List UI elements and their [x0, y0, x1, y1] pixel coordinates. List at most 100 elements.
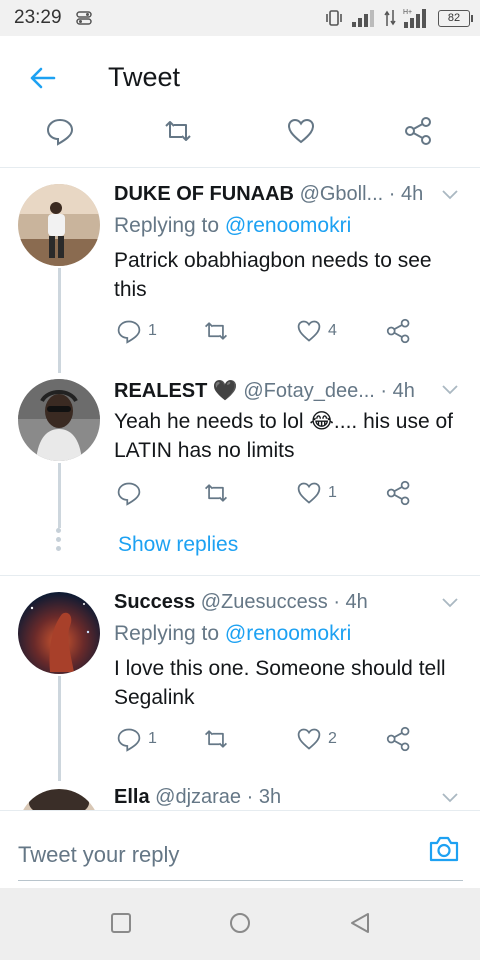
reply-count: 1 [148, 730, 157, 747]
vibrate-icon [326, 10, 342, 26]
like-icon [297, 482, 321, 504]
header: Tweet [0, 36, 480, 120]
thread-line [58, 268, 61, 373]
reply-tweet[interactable]: REALEST 🖤 @Fotay_dee... · 4h Yeah he nee… [0, 373, 480, 575]
share-action[interactable] [386, 726, 412, 752]
show-replies-link[interactable]: Show replies [118, 533, 238, 557]
more-replies-dots [56, 528, 62, 555]
main-tweet-actions [0, 112, 480, 168]
tweet-text: Patrick obabhiagbon needs to see this [114, 249, 432, 301]
chevron-down-icon[interactable] [442, 793, 458, 803]
tweet-actions: 1 2 [114, 726, 434, 756]
tweet-actions: 1 4 [114, 318, 434, 348]
tweet-time: · 4h [380, 380, 415, 402]
user-handle[interactable]: @djzarae [155, 786, 241, 808]
tweet-header: DUKE OF FUNAAB @Gboll... · 4h [114, 183, 423, 206]
retweet-action[interactable] [203, 480, 229, 506]
like-action[interactable]: 4 [296, 318, 337, 344]
mention-link[interactable]: @renoomokri [225, 214, 351, 237]
share-icon[interactable] [404, 116, 434, 146]
reply-icon [117, 320, 141, 344]
replying-to-label: Replying to [114, 214, 220, 237]
like-count: 4 [328, 322, 337, 339]
tweet-time: · 4h [388, 183, 424, 205]
avatar[interactable] [18, 789, 100, 810]
share-action[interactable] [386, 480, 412, 506]
avatar[interactable] [18, 184, 100, 266]
retweet-icon [204, 322, 228, 340]
page-title: Tweet [108, 62, 181, 92]
tweet-time: · 3h [246, 786, 282, 808]
user-handle[interactable]: @Gboll... [300, 183, 384, 205]
share-icon [386, 480, 410, 506]
chevron-down-icon[interactable] [442, 190, 458, 200]
reply-count: 1 [148, 322, 157, 339]
back-arrow-icon[interactable] [28, 64, 56, 92]
reply-action[interactable] [116, 480, 148, 506]
camera-icon[interactable] [428, 833, 460, 865]
like-action[interactable]: 1 [296, 480, 337, 506]
chevron-down-icon[interactable] [442, 598, 458, 608]
tweet-header: REALEST 🖤 @Fotay_dee... · 4h [114, 378, 415, 403]
status-icons: H+ 82 [324, 6, 473, 30]
like-icon [297, 320, 321, 342]
data-transfer-icon [384, 10, 396, 26]
toggle-icon [76, 11, 92, 25]
like-icon[interactable] [286, 116, 316, 146]
display-name[interactable]: Success [114, 591, 195, 613]
system-nav-bar [0, 888, 480, 960]
replying-to: Replying to @renoomokri [114, 622, 351, 646]
thread-line [58, 463, 61, 528]
tweet-header: Ella @djzarae · 3h [114, 786, 281, 809]
tweet-text: Yeah he needs to lol 😂.... his use of LA… [114, 410, 453, 462]
reply-composer [0, 810, 480, 888]
reply-tweet[interactable]: Ella @djzarae · 3h [0, 781, 480, 810]
reply-action[interactable]: 1 [116, 318, 157, 344]
retweet-action[interactable] [203, 726, 229, 752]
share-action[interactable] [386, 318, 412, 344]
like-action[interactable]: 2 [296, 726, 337, 752]
replying-to: Replying to @renoomokri [114, 214, 351, 238]
reply-input[interactable] [18, 829, 463, 881]
retweet-icon [204, 484, 228, 502]
user-handle[interactable]: @Fotay_dee... [243, 380, 374, 402]
replying-to-label: Replying to [114, 622, 220, 645]
chevron-down-icon[interactable] [442, 385, 458, 395]
like-count: 1 [328, 484, 337, 501]
mention-link[interactable]: @renoomokri [225, 622, 351, 645]
signal-icon [352, 10, 374, 27]
reply-icon [117, 482, 141, 506]
thread-line [58, 676, 61, 781]
nav-back-icon[interactable] [347, 910, 373, 936]
status-time: 23:29 [14, 7, 62, 28]
display-name[interactable]: Ella [114, 786, 150, 808]
avatar[interactable] [18, 379, 100, 461]
reply-tweet[interactable]: DUKE OF FUNAAB @Gboll... · 4h Replying t… [0, 168, 480, 373]
status-bar: 23:29 H+ 82 [0, 0, 480, 36]
nav-home-icon[interactable] [227, 910, 253, 936]
reply-icon[interactable] [45, 116, 75, 146]
like-icon [297, 728, 321, 750]
reply-action[interactable]: 1 [116, 726, 157, 752]
share-icon [386, 726, 410, 752]
reply-icon [117, 728, 141, 752]
tweet-text: I love this one. Someone should tell Seg… [114, 657, 446, 709]
replies-feed: DUKE OF FUNAAB @Gboll... · 4h Replying t… [0, 168, 480, 810]
tweet-actions: 1 [114, 480, 434, 510]
display-name[interactable]: REALEST 🖤 [114, 380, 238, 402]
avatar[interactable] [18, 592, 100, 674]
svg-text:H+: H+ [403, 9, 412, 16]
battery-indicator: 82 [438, 9, 473, 27]
retweet-icon [204, 730, 228, 748]
nav-recents-icon[interactable] [108, 910, 134, 936]
tweet-header: Success @Zuesuccess · 4h [114, 591, 368, 614]
signal-icon-2: H+ [403, 9, 426, 28]
like-count: 2 [328, 730, 337, 747]
share-icon [386, 318, 410, 344]
reply-tweet[interactable]: Success @Zuesuccess · 4h Replying to @re… [0, 576, 480, 781]
user-handle[interactable]: @Zuesuccess [201, 591, 328, 613]
tweet-time: · 4h [333, 591, 368, 613]
retweet-action[interactable] [203, 318, 229, 344]
retweet-icon[interactable] [163, 116, 193, 146]
display-name[interactable]: DUKE OF FUNAAB [114, 183, 294, 205]
